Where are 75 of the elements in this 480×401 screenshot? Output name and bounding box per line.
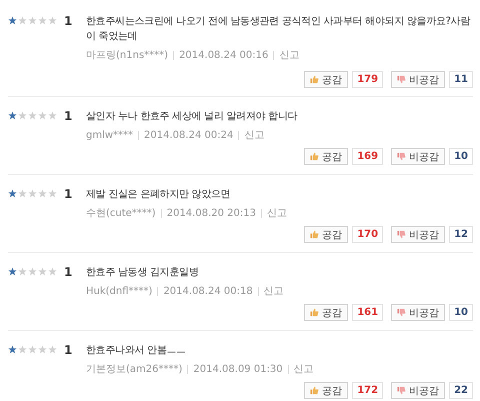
star-icon [18, 189, 27, 198]
review-date: 2014.08.24 00:16 [179, 50, 268, 60]
star-icon [28, 345, 37, 354]
dislike-count: 12 [449, 226, 473, 243]
review-text: 제발 진실은 은폐하지만 않았으면 [86, 188, 232, 202]
star-icon [18, 267, 27, 276]
review-date: 2014.08.24 00:18 [163, 286, 253, 296]
star-icon [28, 111, 37, 120]
dislike-button[interactable]: 비공감 [391, 382, 446, 399]
dislike-button[interactable]: 비공감 [391, 148, 446, 165]
star-icon [8, 111, 17, 120]
thumbs-down-icon [397, 386, 406, 395]
star-icon [8, 16, 17, 25]
rating-score: 1 [64, 265, 74, 279]
star-icon [48, 189, 57, 198]
thumbs-down-icon [397, 152, 406, 161]
like-button[interactable]: 공감 [304, 226, 348, 243]
star-icon [18, 345, 27, 354]
star-icon [18, 16, 27, 25]
star-icon [38, 111, 47, 120]
star-icon [38, 16, 47, 25]
review-date: 2014.08.24 00:24 [144, 130, 234, 140]
review-text: 살인자 누나 한효주 세상에 널리 알려져야 합니다 [86, 110, 298, 124]
star-icon [8, 267, 17, 276]
dislike-button[interactable]: 비공감 [391, 226, 446, 243]
star-icon [38, 267, 47, 276]
like-button[interactable]: 공감 [304, 148, 348, 165]
thumbs-down-icon [397, 308, 406, 317]
thumbs-up-icon [310, 75, 320, 84]
dislike-count: 11 [449, 71, 473, 88]
star-icon [38, 345, 47, 354]
rating-score: 1 [64, 187, 74, 201]
star-icon [18, 111, 27, 120]
thumbs-up-icon [310, 152, 320, 161]
dislike-button[interactable]: 비공감 [391, 71, 446, 88]
dislike-count: 22 [449, 382, 473, 399]
like-count: 172 [352, 382, 384, 399]
review-text: 한효주 남동생 김지훈일병 [86, 266, 200, 280]
dislike-button[interactable]: 비공감 [391, 304, 446, 321]
star-icon [48, 16, 57, 25]
review-author: Huk(dnfl****) [86, 286, 152, 296]
review-author: 수현(cute****) [86, 207, 156, 220]
rating-score: 1 [64, 109, 74, 123]
like-button[interactable]: 공감 [304, 304, 348, 321]
review-date: 2014.08.20 20:13 [166, 208, 256, 218]
like-count: 169 [352, 148, 384, 165]
star-icon [28, 189, 37, 198]
like-count: 179 [352, 71, 384, 88]
thumbs-up-icon [310, 308, 320, 317]
review-text: 한효주씨는스크린에 나오기 전에 남동생관련 공식적인 사과부터 해야되지 않을까요?사람이 죽었는데 [86, 15, 472, 44]
like-button[interactable]: 공감 [304, 382, 348, 399]
review-date: 2014.08.09 01:30 [193, 364, 283, 374]
rating-score: 1 [64, 343, 74, 357]
like-count: 161 [352, 304, 384, 321]
dislike-count: 10 [449, 304, 473, 321]
rating-score: 1 [64, 14, 74, 28]
review-author: gmlw**** [86, 130, 134, 140]
like-count: 170 [352, 226, 384, 243]
star-icon [48, 111, 57, 120]
star-icon [38, 189, 47, 198]
thumbs-up-icon [310, 386, 320, 395]
star-icon [28, 267, 37, 276]
review-author: 마프링(n1ns****) [86, 49, 168, 62]
star-icon [48, 345, 57, 354]
like-button[interactable]: 공감 [304, 71, 348, 88]
star-icon [28, 16, 37, 25]
review-text: 한효주나와서 안봄ㅡㅡ [86, 344, 187, 358]
dislike-count: 10 [449, 148, 473, 165]
review-author: 기본정보(am26****) [86, 363, 182, 376]
thumbs-down-icon [397, 230, 406, 239]
thumbs-down-icon [397, 75, 406, 84]
star-icon [8, 189, 17, 198]
star-icon [8, 345, 17, 354]
thumbs-up-icon [310, 230, 320, 239]
star-icon [48, 267, 57, 276]
